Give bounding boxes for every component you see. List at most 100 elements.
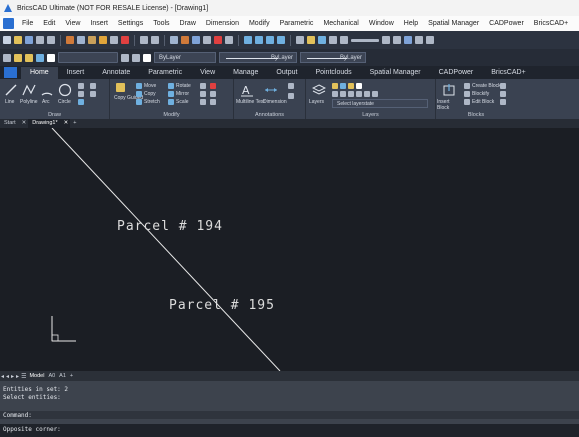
layer-dropdown[interactable] bbox=[58, 52, 118, 63]
properties-icon[interactable] bbox=[170, 36, 178, 44]
layer-walk-icon[interactable] bbox=[348, 91, 354, 97]
render-icon[interactable] bbox=[318, 36, 326, 44]
menu-parametric[interactable]: Parametric bbox=[275, 20, 319, 27]
cut-icon[interactable] bbox=[66, 36, 74, 44]
library-icon[interactable] bbox=[426, 36, 434, 44]
copy-icon[interactable] bbox=[136, 91, 142, 97]
leader-icon[interactable] bbox=[288, 83, 294, 89]
tab-home[interactable]: Home bbox=[21, 67, 58, 79]
polar-icon[interactable] bbox=[214, 36, 222, 44]
delete-icon[interactable] bbox=[121, 36, 129, 44]
layer-color-icon[interactable] bbox=[356, 83, 362, 89]
hatch-icon[interactable] bbox=[78, 99, 84, 105]
app-menu-icon[interactable] bbox=[3, 18, 14, 29]
spline-icon[interactable] bbox=[90, 91, 96, 97]
match-properties-icon[interactable] bbox=[99, 36, 107, 44]
command-input-row[interactable]: Command: bbox=[0, 411, 579, 419]
menu-view[interactable]: View bbox=[60, 20, 85, 27]
mirror-icon[interactable] bbox=[168, 91, 174, 97]
visual-style-icon[interactable] bbox=[340, 36, 348, 44]
tab-layout-a1[interactable]: A1 bbox=[57, 373, 68, 379]
lights-icon[interactable] bbox=[307, 36, 315, 44]
open-file-icon[interactable] bbox=[14, 36, 22, 44]
materials-icon[interactable] bbox=[329, 36, 337, 44]
fillet-icon[interactable] bbox=[200, 99, 206, 105]
polygon-icon[interactable] bbox=[78, 91, 84, 97]
block-replace-icon[interactable] bbox=[500, 99, 506, 105]
layer-on-icon[interactable] bbox=[25, 53, 33, 62]
polyline-icon[interactable] bbox=[22, 83, 36, 97]
linetype-dropdown[interactable]: ByLayer bbox=[219, 52, 297, 63]
tab-parametric[interactable]: Parametric bbox=[139, 67, 191, 79]
layer-on-icon[interactable] bbox=[332, 83, 338, 89]
rotate-icon[interactable] bbox=[168, 83, 174, 89]
osnap-icon[interactable] bbox=[225, 36, 233, 44]
tool-icon[interactable] bbox=[110, 36, 118, 44]
circle-icon[interactable] bbox=[58, 83, 72, 97]
menu-help[interactable]: Help bbox=[399, 20, 423, 27]
layer-lock-icon[interactable] bbox=[348, 83, 354, 89]
close-icon[interactable]: ✕ bbox=[20, 119, 29, 128]
layer-previous-icon[interactable] bbox=[132, 53, 140, 62]
menu-cadpower[interactable]: CADPower bbox=[484, 20, 529, 27]
extend-icon[interactable] bbox=[200, 91, 206, 97]
edit-block-icon[interactable] bbox=[464, 99, 470, 105]
layer-state-icon[interactable] bbox=[14, 53, 22, 62]
settings-icon[interactable] bbox=[382, 36, 390, 44]
layerstate-dropdown[interactable]: Select layerstate bbox=[332, 99, 428, 108]
scale-icon[interactable] bbox=[168, 99, 174, 105]
ortho-icon[interactable] bbox=[203, 36, 211, 44]
erase-icon[interactable] bbox=[210, 83, 216, 89]
layer-color-icon[interactable] bbox=[47, 53, 55, 62]
menu-mechanical[interactable]: Mechanical bbox=[318, 20, 363, 27]
new-tab-icon[interactable]: + bbox=[70, 119, 79, 128]
slider-icon[interactable] bbox=[351, 38, 379, 42]
block-sync-icon[interactable] bbox=[500, 91, 506, 97]
layer-off-icon[interactable] bbox=[340, 91, 346, 97]
color-dropdown[interactable]: ByLayer bbox=[154, 52, 216, 63]
pan-icon[interactable] bbox=[277, 36, 285, 44]
layer-merge-icon[interactable] bbox=[364, 91, 370, 97]
menu-modify[interactable]: Modify bbox=[244, 20, 275, 27]
make-current-icon[interactable] bbox=[121, 53, 129, 62]
lineweight-dropdown[interactable]: ByLayer bbox=[300, 52, 366, 63]
layers-stack-icon[interactable] bbox=[312, 83, 326, 97]
menu-edit[interactable]: Edit bbox=[38, 20, 60, 27]
print-preview-icon[interactable] bbox=[47, 36, 55, 44]
offset-icon[interactable] bbox=[210, 91, 216, 97]
parcel-label-195[interactable]: Parcel # 195 bbox=[169, 298, 275, 313]
layer-manager-icon[interactable] bbox=[393, 36, 401, 44]
ellipse-icon[interactable] bbox=[90, 83, 96, 89]
paste-icon[interactable] bbox=[88, 36, 96, 44]
layer-freeze-icon[interactable] bbox=[36, 53, 44, 62]
layer-match-icon[interactable] bbox=[356, 91, 362, 97]
tab-insert[interactable]: Insert bbox=[58, 67, 94, 79]
layer-freeze-icon[interactable] bbox=[340, 83, 346, 89]
rectangle-icon[interactable] bbox=[78, 83, 84, 89]
tab-view[interactable]: View bbox=[191, 67, 224, 79]
add-layout-icon[interactable]: + bbox=[68, 373, 75, 379]
zoom-icon[interactable] bbox=[244, 36, 252, 44]
block-attribute-icon[interactable] bbox=[500, 83, 506, 89]
multiline-text-icon[interactable]: A bbox=[240, 83, 254, 97]
zoom-window-icon[interactable] bbox=[255, 36, 263, 44]
tab-model[interactable]: Model bbox=[27, 373, 46, 379]
menu-insert[interactable]: Insert bbox=[85, 20, 113, 27]
structure-icon[interactable] bbox=[415, 36, 423, 44]
redo-icon[interactable] bbox=[151, 36, 159, 44]
menu-spatial-manager[interactable]: Spatial Manager bbox=[423, 20, 484, 27]
dimension-icon[interactable] bbox=[264, 83, 278, 97]
undo-icon[interactable] bbox=[140, 36, 148, 44]
named-views-icon[interactable] bbox=[296, 36, 304, 44]
table-icon[interactable] bbox=[288, 93, 294, 99]
application-button-icon[interactable] bbox=[4, 67, 17, 78]
tab-layout-a0[interactable]: A0 bbox=[46, 373, 57, 379]
grid-icon[interactable] bbox=[192, 36, 200, 44]
move-icon[interactable] bbox=[136, 83, 142, 89]
color-swatch-icon[interactable] bbox=[143, 53, 151, 62]
drawing-canvas[interactable]: Parcel # 194 Parcel # 195 bbox=[0, 128, 579, 371]
save-icon[interactable] bbox=[25, 36, 33, 44]
stretch-icon[interactable] bbox=[136, 99, 142, 105]
tab-annotate[interactable]: Annotate bbox=[93, 67, 139, 79]
menu-draw[interactable]: Draw bbox=[175, 20, 201, 27]
